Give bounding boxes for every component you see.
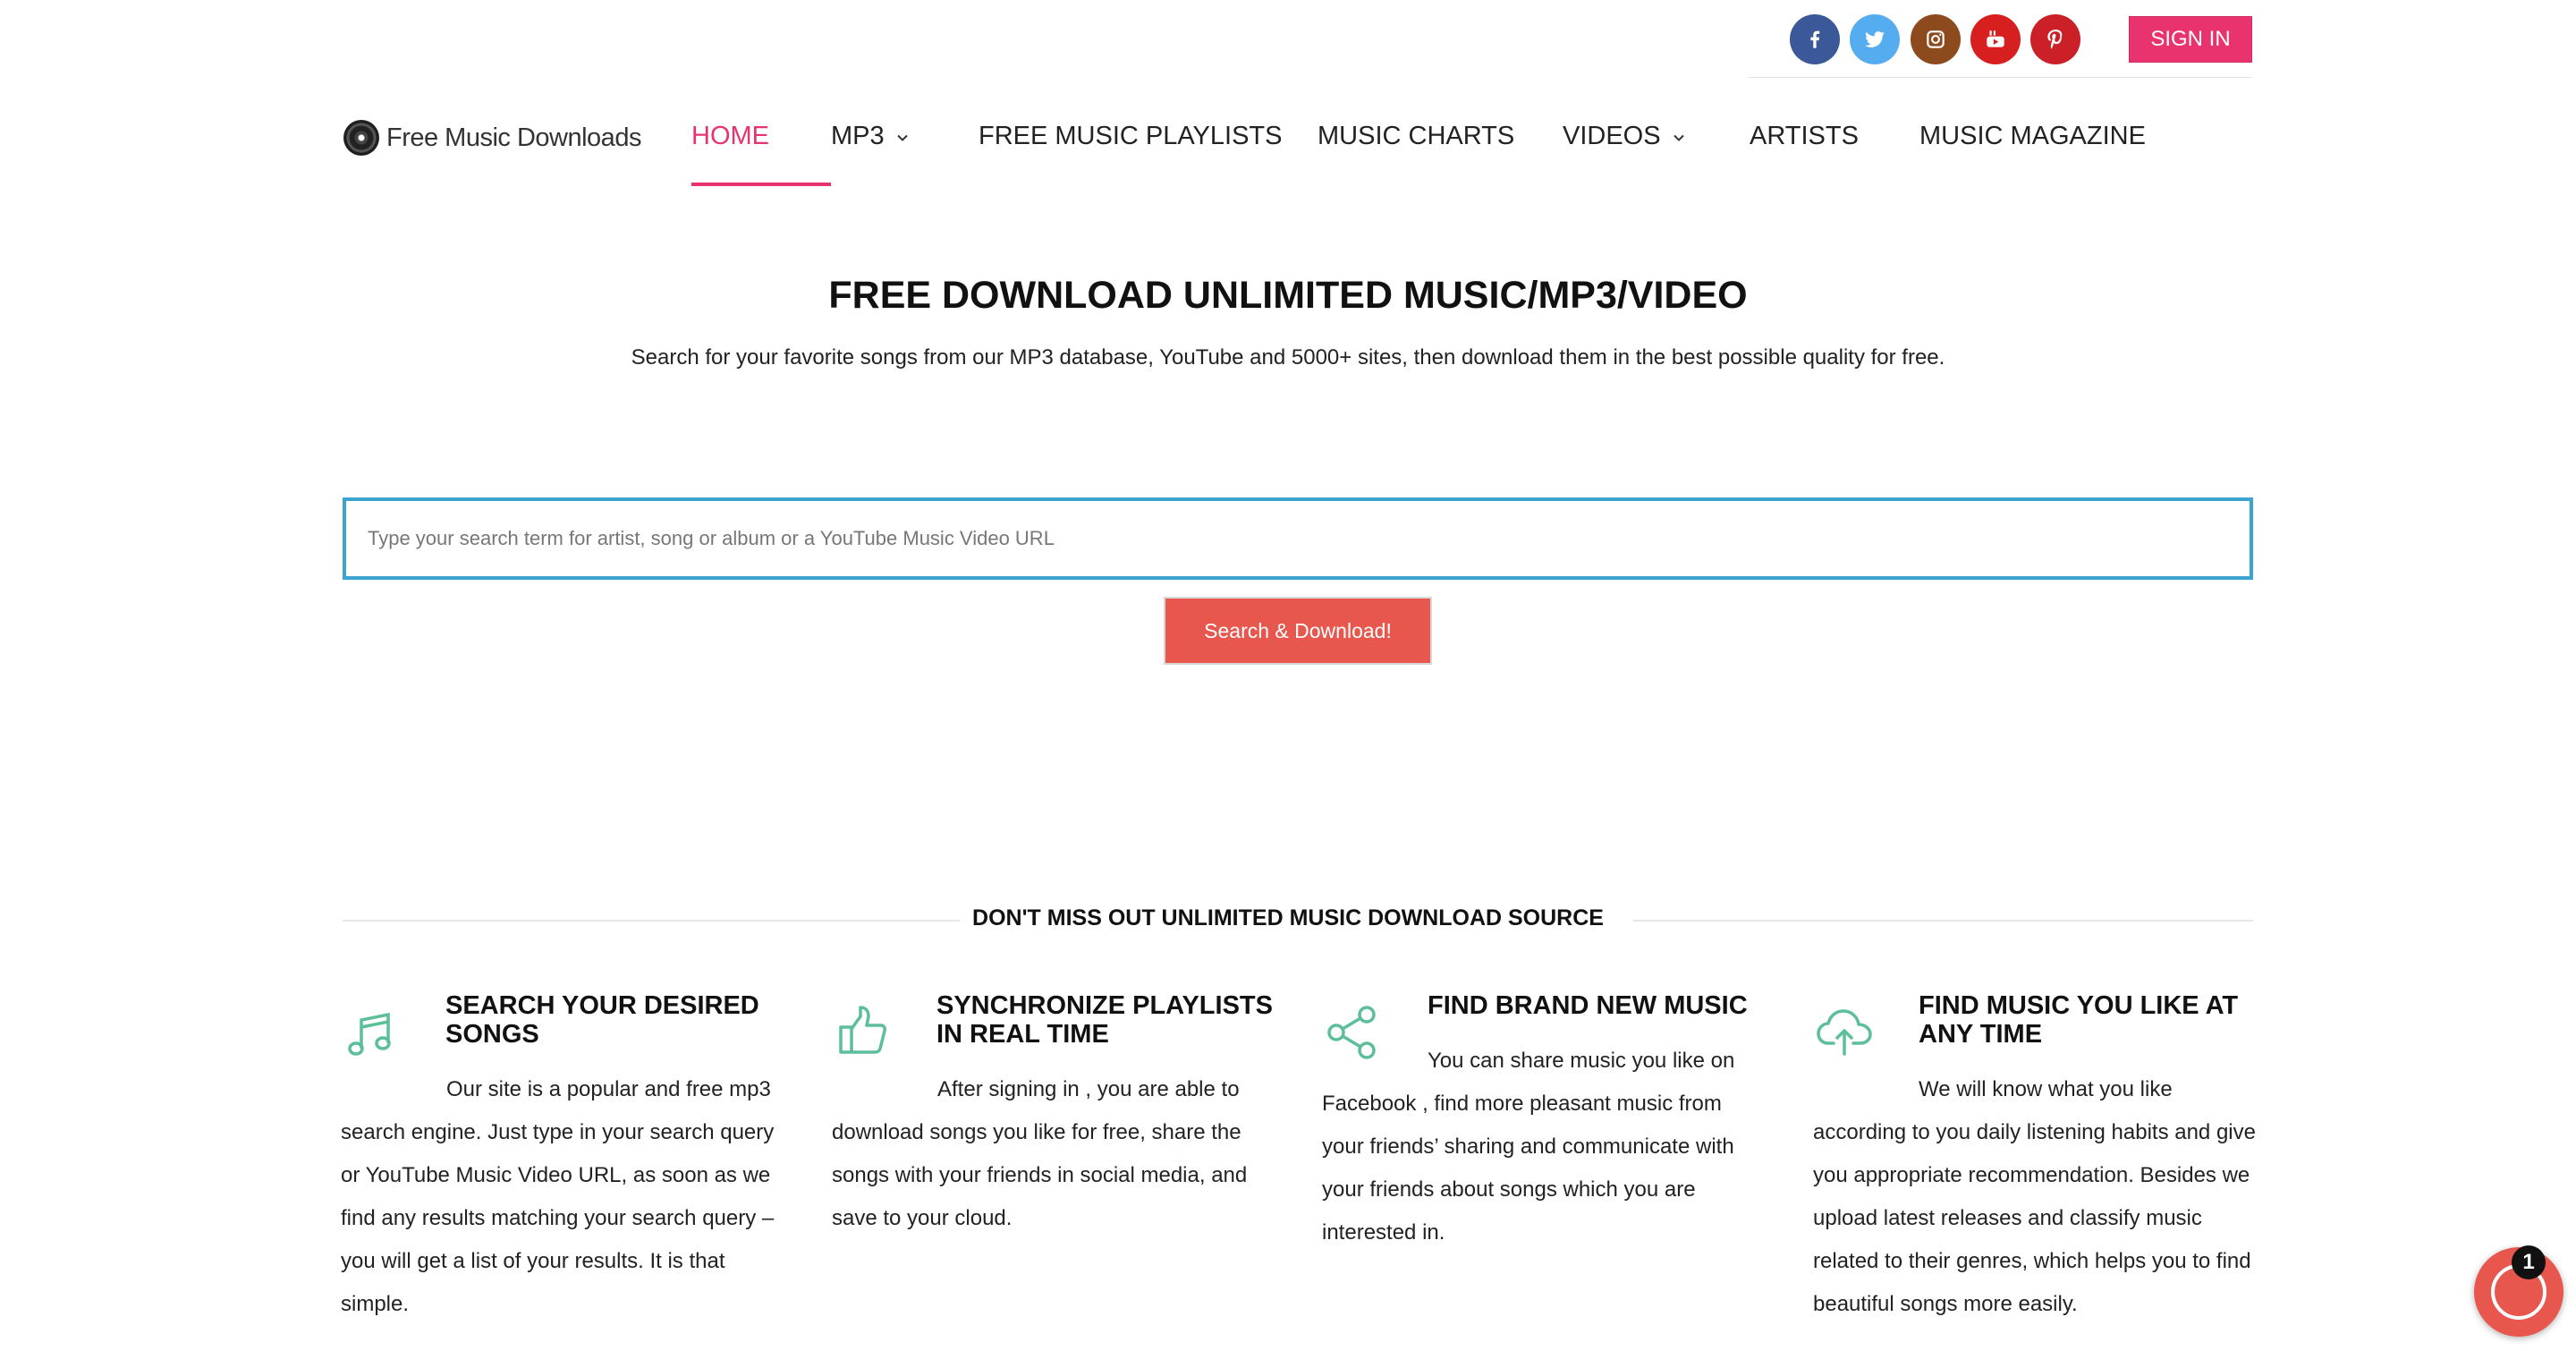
page-title: FREE DOWNLOAD UNLIMITED MUSIC/MP3/VIDEO	[828, 274, 1748, 317]
section-heading: DON'T MISS OUT UNLIMITED MUSIC DOWNLOAD …	[972, 905, 1604, 930]
nav-videos-label: VIDEOS	[1563, 122, 1661, 150]
nav-playlists-label: FREE MUSIC PLAYLISTS	[979, 122, 1283, 150]
search-box	[343, 497, 2253, 580]
youtube-icon	[1987, 30, 2004, 47]
search-download-button[interactable]: Search & Download!	[1164, 597, 1432, 665]
pinterest-icon	[2047, 30, 2063, 49]
vinyl-disc-icon	[343, 120, 379, 156]
nav-music-magazine[interactable]: MUSIC MAGAZINE	[1919, 122, 2146, 151]
twitter-icon	[1865, 31, 1885, 47]
facebook-link[interactable]	[1790, 14, 1840, 64]
search-input[interactable]	[346, 501, 2250, 576]
feature-text: Our site is a popular and free mp3 searc…	[341, 1077, 775, 1316]
feature-text: We will know what you like according to …	[1813, 1077, 2256, 1316]
twitter-link[interactable]	[1850, 14, 1900, 64]
pinterest-link[interactable]	[2030, 14, 2080, 64]
nav-artists[interactable]: ARTISTS	[1750, 122, 1859, 151]
logo-text: Free Music Downloads	[386, 123, 641, 152]
nav-charts-label: MUSIC CHARTS	[1318, 122, 1515, 150]
nav-home[interactable]: HOME	[691, 122, 769, 151]
nav-free-music-playlists[interactable]: FREE MUSIC PLAYLISTS	[979, 122, 1283, 151]
nav-magazine-label: MUSIC MAGAZINE	[1919, 122, 2146, 150]
sign-in-button[interactable]: SIGN IN	[2129, 16, 2252, 63]
feature-text: You can share music you like on Facebook…	[1322, 1049, 1735, 1245]
nav-artists-label: ARTISTS	[1750, 122, 1859, 150]
facebook-icon	[1810, 30, 1820, 48]
page-subtitle: Search for your favorite songs from our …	[631, 345, 1945, 370]
chevron-down-icon	[1673, 134, 1684, 141]
instagram-icon	[1927, 30, 1945, 48]
chat-badge: 1	[2512, 1245, 2546, 1279]
nav-music-charts[interactable]: MUSIC CHARTS	[1318, 122, 1514, 151]
feature-title: SEARCH YOUR DESIRED SONGS	[445, 991, 759, 1049]
feature-title: FIND BRAND NEW MUSIC	[1428, 991, 1748, 1020]
cloud-upload-icon	[1817, 1009, 1872, 1056]
nav-videos[interactable]: VIDEOS	[1563, 122, 1686, 151]
feature-title: FIND MUSIC YOU LIKE AT ANY TIME	[1919, 991, 2239, 1049]
nav-mp3[interactable]: MP3	[831, 122, 910, 151]
site-logo[interactable]: Free Music Downloads	[343, 120, 641, 156]
instagram-link[interactable]	[1911, 14, 1961, 64]
youtube-link[interactable]	[1970, 14, 2021, 64]
chevron-down-icon	[896, 134, 908, 141]
feature-title: SYNCHRONIZE PLAYLISTS IN REAL TIME	[936, 991, 1273, 1049]
nav-active-underline	[691, 183, 831, 186]
music-note-icon	[348, 1012, 391, 1056]
thumbs-up-icon	[839, 1006, 886, 1054]
header-divider	[1748, 77, 2252, 78]
nav-mp3-label: MP3	[831, 122, 885, 150]
feature-text: After signing in , you are able to downl…	[832, 1077, 1248, 1230]
nav-home-label: HOME	[691, 122, 769, 150]
